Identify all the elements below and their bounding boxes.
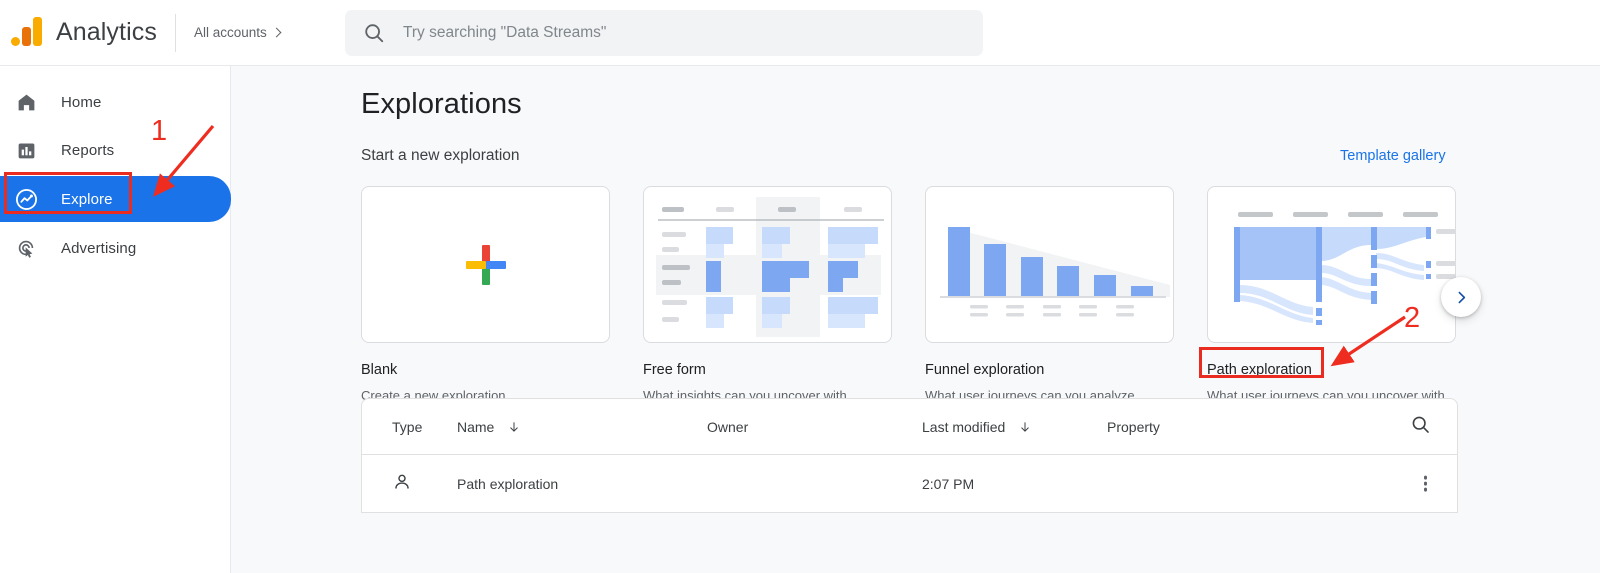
search-placeholder: Try searching "Data Streams": [403, 24, 606, 42]
sidebar-item-home[interactable]: Home: [0, 80, 230, 124]
top-bar: Analytics All accounts Try searching "Da…: [0, 0, 1600, 66]
sidebar-item-explore[interactable]: Explore: [0, 176, 231, 222]
arrow-down-icon: [507, 420, 520, 433]
advertising-icon: [14, 236, 38, 260]
column-header-name[interactable]: Name: [457, 419, 707, 435]
card-thumbnail-free-form[interactable]: [643, 186, 892, 343]
search-icon: [1410, 414, 1431, 435]
free-form-table-preview: [644, 187, 892, 343]
column-header-owner[interactable]: Owner: [707, 419, 922, 435]
row-more-menu-button[interactable]: [1424, 473, 1428, 494]
sidebar-item-label: Explore: [61, 191, 113, 208]
row-last-modified: 2:07 PM: [922, 476, 1107, 492]
card-thumbnail-funnel[interactable]: [925, 186, 1174, 343]
path-sankey-preview: [1208, 187, 1456, 343]
sidebar: Home Reports Explore: [0, 66, 231, 573]
header-divider: [175, 14, 176, 52]
arrow-down-icon: [1018, 420, 1031, 433]
row-type-icon: [362, 472, 457, 495]
sidebar-item-reports[interactable]: Reports: [0, 128, 230, 172]
explorations-table: Type Name Owner Last modified: [361, 398, 1458, 513]
chevron-right-icon: [271, 28, 281, 38]
brand-title: Analytics: [56, 18, 157, 47]
column-header-type[interactable]: Type: [362, 419, 457, 435]
carousel-next-button[interactable]: [1441, 277, 1481, 317]
sidebar-item-label: Reports: [61, 142, 114, 159]
sidebar-item-advertising[interactable]: Advertising: [0, 226, 230, 270]
search-input[interactable]: Try searching "Data Streams": [345, 10, 983, 56]
main-content: Explorations Start a new exploration Tem…: [231, 66, 1600, 573]
card-title: Blank: [361, 362, 610, 378]
card-title: Funnel exploration: [925, 362, 1174, 378]
card-thumbnail-path[interactable]: [1207, 186, 1456, 343]
section-label: Start a new exploration: [361, 147, 520, 165]
column-header-last-modified[interactable]: Last modified: [922, 419, 1107, 435]
row-name: Path exploration: [457, 476, 707, 492]
account-selector[interactable]: All accounts: [194, 25, 280, 40]
analytics-explorations-page: Analytics All accounts Try searching "Da…: [0, 0, 1600, 573]
table-header-row: Type Name Owner Last modified: [362, 399, 1457, 455]
search-icon: [363, 22, 385, 44]
person-icon: [392, 472, 412, 492]
card-thumbnail-blank[interactable]: [361, 186, 610, 343]
chevron-right-icon: [1453, 289, 1470, 306]
table-search-button[interactable]: [1410, 414, 1431, 440]
column-header-property[interactable]: Property: [1107, 419, 1382, 435]
template-gallery-link[interactable]: Template gallery: [1340, 148, 1446, 164]
table-row[interactable]: Path exploration 2:07 PM: [362, 455, 1457, 512]
funnel-bar-chart-preview: [926, 187, 1174, 343]
plus-icon: [464, 243, 508, 287]
card-title-path-exploration: Path exploration: [1207, 362, 1456, 378]
google-analytics-logo-icon: [10, 16, 44, 50]
bar-chart-icon: [14, 138, 38, 162]
sidebar-item-label: Advertising: [61, 240, 136, 257]
account-selector-label: All accounts: [194, 25, 267, 40]
card-title: Free form: [643, 362, 892, 378]
explore-icon: [14, 187, 38, 211]
sidebar-item-label: Home: [61, 94, 101, 111]
home-icon: [14, 90, 38, 114]
page-title: Explorations: [361, 88, 522, 121]
